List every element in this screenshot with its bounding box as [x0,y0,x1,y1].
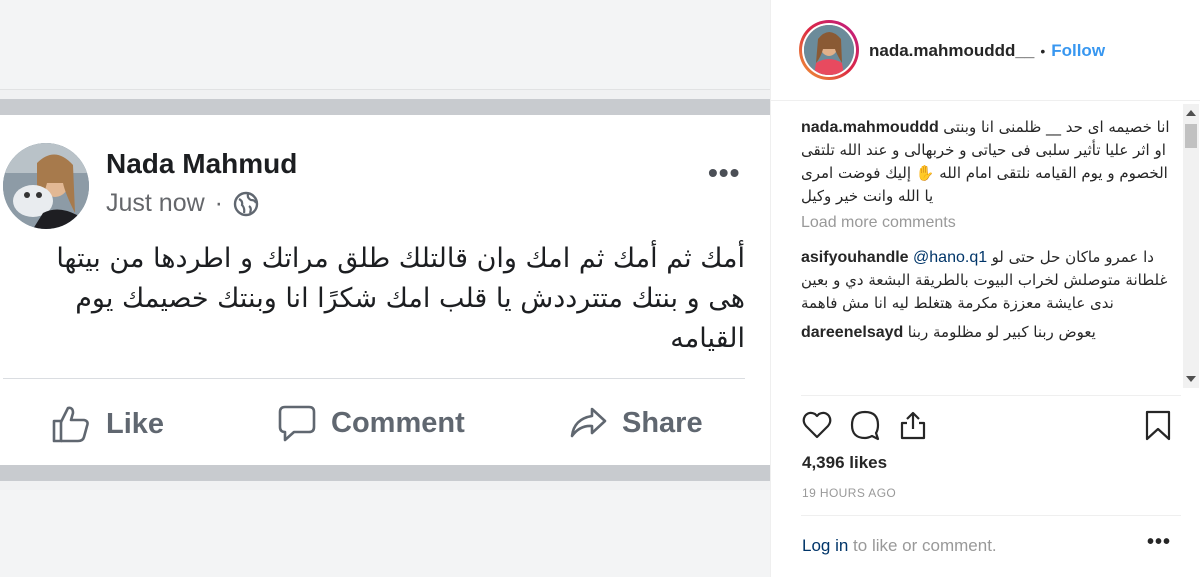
heart-icon[interactable] [801,409,833,441]
comment-item: nada.mahmouddd انا خصيمه اى حد __ ظلمنى … [801,116,1181,208]
actions-divider [3,378,745,379]
share-label: Share [622,406,703,439]
comment-username[interactable]: nada.mahmouddd [801,119,939,136]
share-arrow-icon [568,403,608,443]
comment-username[interactable]: asifyouhandle [801,249,909,266]
like-button[interactable]: Like [50,403,164,445]
bookmark-icon[interactable] [1143,409,1173,446]
comment-mention[interactable]: @hano.q1 [913,249,987,266]
scroll-down-icon[interactable] [1186,376,1196,382]
speech-bubble-icon [277,403,317,443]
actions-divider [801,395,1181,396]
comment-username[interactable]: dareenelsayd [801,324,903,341]
comment-item: dareenelsayd يعوض ربنا كبير لو مظلومة رب… [801,321,1181,344]
scrollbar-thumb[interactable] [1185,124,1197,148]
post-time[interactable]: 19 HOURS AGO [802,486,896,500]
profile-avatar[interactable] [799,20,859,80]
previous-post-area [0,0,770,90]
instagram-side-panel: nada.mahmouddd__ • Follow nada.mahmouddd… [770,0,1200,577]
login-divider [801,515,1181,516]
thumbs-up-icon [50,403,92,445]
header-dot: • [1040,43,1046,59]
follow-button[interactable]: Follow [1051,41,1105,61]
comment-item: asifyouhandle @hano.q1 دا عمرو ماكان حل … [801,246,1181,315]
load-more-comments-button[interactable]: Load more comments [801,214,1181,232]
likes-count[interactable]: 4,396 likes [802,453,887,473]
share-button[interactable]: Share [568,403,703,443]
post-meta: Just now · [106,189,259,218]
meta-separator: · [214,189,223,217]
post-text: أمك ثم أمك ثم امك وان قالتلك طلق مراتك و… [56,243,745,354]
comment-label: Comment [331,406,465,439]
login-link[interactable]: Log in [802,536,848,555]
post-header: nada.mahmouddd__ • Follow [771,0,1200,101]
separator-bar [0,465,770,481]
comments-list: nada.mahmouddd انا خصيمه اى حد __ ظلمنى … [801,116,1181,392]
header-user-line: nada.mahmouddd__ • Follow [869,41,1105,61]
author-avatar[interactable] [3,143,89,229]
share-upload-icon[interactable] [897,409,929,441]
post-timestamp[interactable]: Just now [106,189,205,218]
comment-button[interactable]: Comment [277,403,465,443]
more-options-button[interactable]: ••• [1147,531,1171,554]
comments-scrollbar[interactable] [1183,104,1199,388]
post-actions [801,409,929,441]
author-name[interactable]: Nada Mahmud [106,148,297,180]
post-options-button[interactable]: ••• [708,157,740,189]
like-label: Like [106,407,165,440]
separator-bar [0,99,770,115]
facebook-post-screenshot: Nada Mahmud Just now · ••• أمك ثم أمك ثم… [0,0,770,577]
next-post-area [0,490,770,577]
globe-icon[interactable] [233,191,259,217]
facebook-post: Nada Mahmud Just now · ••• أمك ثم أمك ثم… [0,115,770,465]
login-prompt: Log in to like or comment. [802,536,997,556]
comment-icon[interactable] [849,409,881,441]
scroll-up-icon[interactable] [1186,110,1196,116]
comment-text: يعوض ربنا كبير لو مظلومة ربنا [907,323,1096,341]
login-rest-text: to like or comment. [848,536,997,555]
header-username[interactable]: nada.mahmouddd__ [869,41,1034,61]
